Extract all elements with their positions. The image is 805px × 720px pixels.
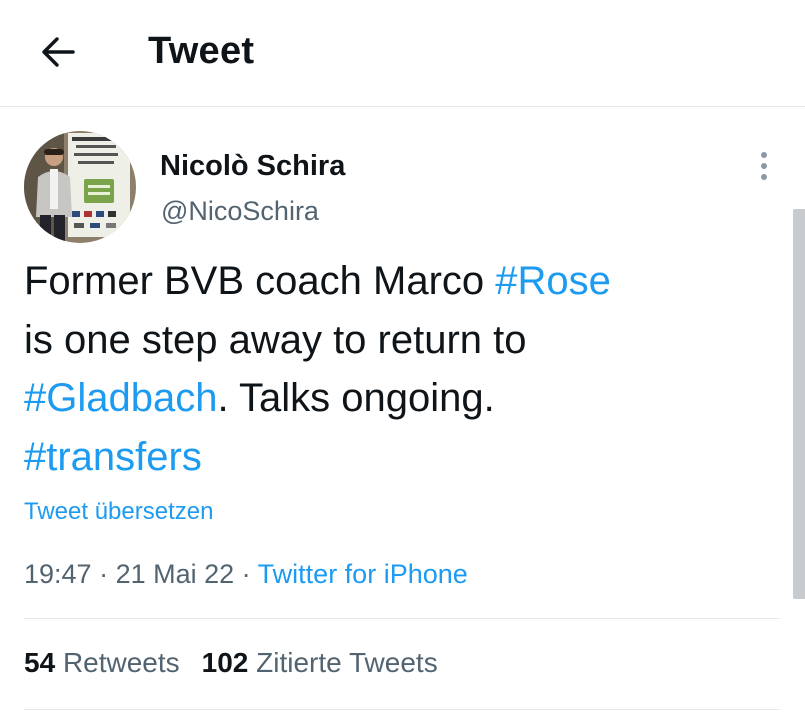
tweet-line: Former BVB coach Marco #Rose <box>24 252 744 311</box>
divider <box>24 709 780 710</box>
arrow-left-icon <box>42 37 75 67</box>
more-dot <box>761 163 767 169</box>
retweets-stat[interactable]: 54 Retweets <box>24 647 180 679</box>
page-title: Tweet <box>148 30 255 72</box>
translate-tweet-link[interactable]: Tweet übersetzen <box>24 498 213 526</box>
retweets-count: 54 <box>24 647 56 678</box>
tweet-stats: 54 Retweets 102 Zitierte Tweets <box>24 647 438 679</box>
scrollbar[interactable] <box>793 209 805 599</box>
tweet-line: #transfers <box>24 428 744 487</box>
tweet-metadata: 19:47 · 21 Mai 22 · Twitter for iPhone <box>24 559 468 590</box>
meta-separator: · <box>234 559 258 589</box>
quote-tweets-label: Zitierte Tweets <box>256 647 438 678</box>
back-button[interactable] <box>38 32 78 72</box>
tweet-time[interactable]: 19:47 <box>24 559 92 589</box>
quote-tweets-stat[interactable]: 102 Zitierte Tweets <box>202 647 438 679</box>
tweet-line: #Gladbach. Talks ongoing. <box>24 369 744 428</box>
tweet-date[interactable]: 21 Mai 22 <box>116 559 235 589</box>
top-bar: Tweet <box>0 0 805 107</box>
tweet-text-segment: Former BVB coach Marco <box>24 259 496 303</box>
author-handle[interactable]: @NicoSchira <box>161 196 319 227</box>
meta-separator: · <box>91 559 116 589</box>
hashtag-link[interactable]: #transfers <box>24 435 202 479</box>
author-name[interactable]: Nicolò Schira <box>160 150 345 183</box>
divider <box>24 618 780 619</box>
retweets-label: Retweets <box>62 647 180 678</box>
avatar[interactable] <box>24 131 136 243</box>
tweet-text-segment: . Talks ongoing. <box>217 376 495 420</box>
more-options-button[interactable] <box>750 146 778 186</box>
hashtag-link[interactable]: #Gladbach <box>24 376 217 420</box>
tweet-text-segment: is one step away to return to <box>24 317 527 362</box>
more-dot <box>761 174 767 180</box>
quote-tweets-count: 102 <box>201 647 249 678</box>
tweet-source-link[interactable]: Twitter for iPhone <box>258 559 468 589</box>
hashtag-link[interactable]: #Rose <box>495 259 611 303</box>
avatar-photo <box>24 131 136 243</box>
tweet-text: Former BVB coach Marco #Rose is one step… <box>24 252 744 486</box>
more-dots-icon <box>761 152 767 158</box>
tweet-line: is one step away to return to <box>24 311 744 370</box>
